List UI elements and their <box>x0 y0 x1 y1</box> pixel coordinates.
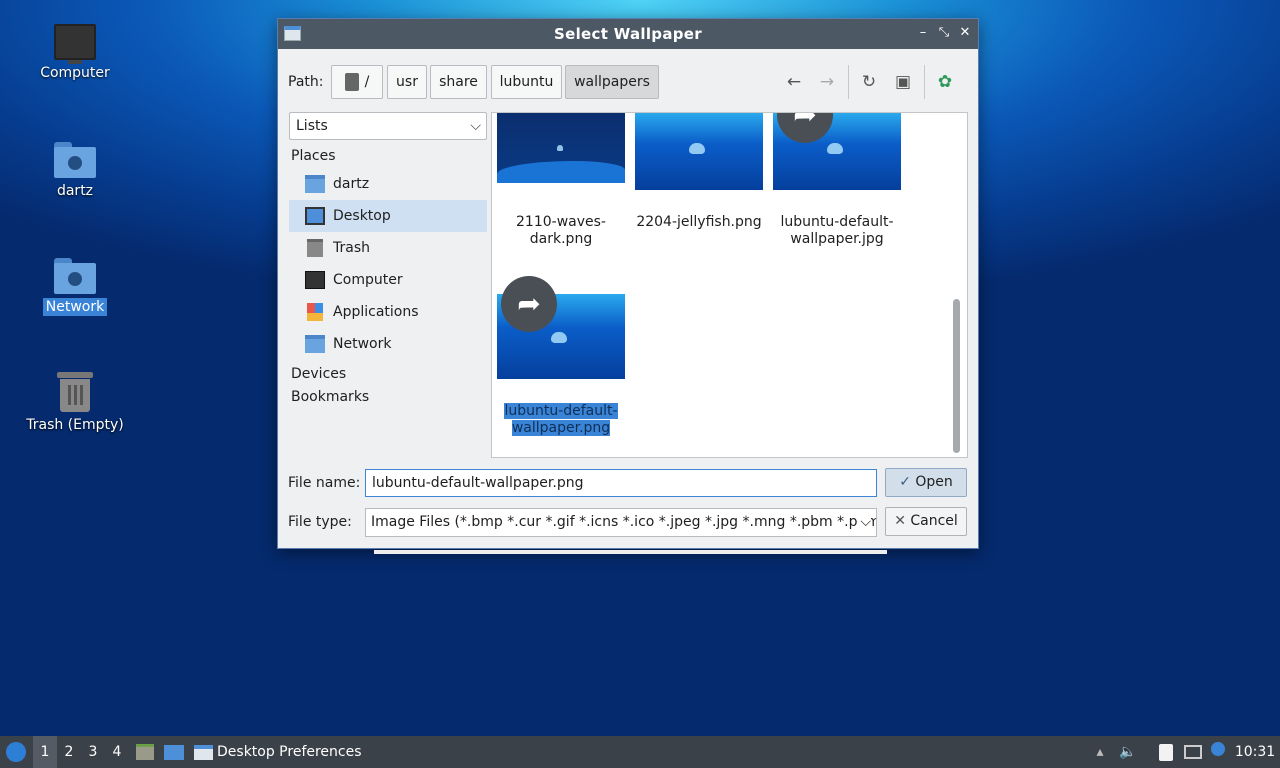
maximize-button[interactable]: ⤡ <box>935 24 953 42</box>
path-label: Path: <box>288 74 324 90</box>
check-icon: ✓ <box>899 474 911 490</box>
cancel-button[interactable]: ✕ Cancel <box>885 507 967 536</box>
crumb-wallpapers[interactable]: wallpapers <box>565 65 659 99</box>
trash-icon <box>57 372 93 412</box>
minimize-button[interactable]: – <box>914 24 932 42</box>
new-folder-icon[interactable]: ▣ <box>890 69 916 95</box>
chevron-down-icon: ⌵ <box>470 118 481 134</box>
view-mode-select[interactable]: Lists ⌵ <box>289 112 487 140</box>
title-bar[interactable]: Select Wallpaper – ⤡ ✕ <box>278 19 978 49</box>
symlink-icon: ➦ <box>501 276 557 332</box>
start-menu-icon[interactable] <box>4 736 28 768</box>
sidebar-item-devices[interactable]: Devices <box>289 363 487 386</box>
select-wallpaper-dialog: Select Wallpaper – ⤡ ✕ Path: / usr share… <box>277 18 979 549</box>
path-bar: Path: / usr share lubuntu wallpapers ← →… <box>278 49 978 115</box>
volume-icon[interactable]: 🔈 <box>1117 736 1139 768</box>
desktop-icon-computer[interactable]: Computer <box>10 24 140 82</box>
home-folder-icon <box>305 175 325 193</box>
window-icon <box>194 744 213 760</box>
file-type-select[interactable]: Image Files (*.bmp *.cur *.gif *.icns *.… <box>365 508 877 537</box>
network-status-icon[interactable] <box>1181 736 1205 768</box>
file-label[interactable]: 2204-jellyfish.png <box>634 214 764 231</box>
file-name-label: File name: <box>288 475 361 491</box>
applications-icon <box>307 303 323 321</box>
close-button[interactable]: ✕ <box>956 24 974 42</box>
dialog-title: Select Wallpaper <box>554 25 702 43</box>
clipboard-icon[interactable] <box>1155 736 1177 768</box>
reload-icon[interactable]: ↻ <box>856 69 882 95</box>
file-thumbnail[interactable] <box>497 113 625 183</box>
sidebar-item-network[interactable]: Network <box>289 328 487 360</box>
close-icon: ✕ <box>894 513 906 529</box>
file-type-label: File type: <box>288 514 352 530</box>
notification-icon[interactable] <box>1207 736 1229 768</box>
desktop-icon-network[interactable]: Network <box>10 258 140 316</box>
sidebar-item-computer[interactable]: Computer <box>289 264 487 296</box>
desktop-switch-4[interactable]: 4 <box>105 736 129 768</box>
places-heading: Places <box>291 148 336 164</box>
vertical-scrollbar[interactable] <box>953 299 960 453</box>
hidden-files-icon[interactable]: ✿ <box>932 69 958 95</box>
crumb-share[interactable]: share <box>430 65 487 99</box>
crumb-lubuntu[interactable]: lubuntu <box>491 65 562 99</box>
computer-icon <box>54 24 96 64</box>
desktop-icon-trash[interactable]: Trash (Empty) <box>10 372 140 434</box>
desktop-icon <box>305 207 325 225</box>
trash-icon <box>307 239 323 257</box>
desktop-icon-dartz[interactable]: dartz <box>10 142 140 200</box>
crumb-root[interactable]: / <box>331 65 383 99</box>
file-list[interactable]: 2110-waves-dark.png 2204-jellyfish.png ➦… <box>491 112 968 458</box>
computer-icon <box>305 271 325 289</box>
root-drive-icon <box>344 73 359 91</box>
clock[interactable]: 10:31 <box>1234 736 1276 768</box>
show-desktop-icon[interactable] <box>162 736 186 768</box>
desktop-icon-label: dartz <box>56 183 94 199</box>
file-name-input[interactable]: lubuntu-default-wallpaper.png <box>365 469 877 497</box>
desktop-icon-label: Computer <box>40 65 110 81</box>
sidebar-item-applications[interactable]: Applications <box>289 296 487 328</box>
chevron-down-icon: ⌵ <box>858 509 871 536</box>
file-thumbnail[interactable] <box>635 113 763 190</box>
file-label[interactable]: 2110-waves-dark.png <box>496 214 626 248</box>
home-folder-icon <box>54 142 96 178</box>
tray-up-arrow-icon[interactable]: ▴ <box>1091 736 1109 768</box>
desktop-icon-label: Network <box>42 298 108 316</box>
desktop-switch-1[interactable]: 1 <box>33 736 57 768</box>
desktop-icon-label: Trash (Empty) <box>26 417 124 433</box>
file-label[interactable]: lubuntu-default-wallpaper.jpg <box>772 214 902 248</box>
desktop-switch-3[interactable]: 3 <box>81 736 105 768</box>
places-sidebar: Places dartz Desktop Trash Computer Appl… <box>289 145 487 409</box>
task-desktop-preferences[interactable]: Desktop Preferences <box>194 736 374 768</box>
open-button[interactable]: ✓ Open <box>885 468 967 497</box>
network-folder-icon <box>54 258 96 294</box>
file-label-selected[interactable]: lubuntu-default-wallpaper.png <box>496 403 626 437</box>
file-manager-launcher-icon[interactable] <box>134 736 156 768</box>
desktop-switch-2[interactable]: 2 <box>57 736 81 768</box>
forward-icon[interactable]: → <box>814 69 840 95</box>
sidebar-item-bookmarks[interactable]: Bookmarks <box>289 386 487 409</box>
back-icon[interactable]: ← <box>781 69 807 95</box>
sidebar-item-dartz[interactable]: dartz <box>289 168 487 200</box>
taskbar: 1 2 3 4 Desktop Preferences ▴ 🔈 10:31 <box>0 736 1280 768</box>
dialog-shadow-strip <box>374 550 887 554</box>
sidebar-item-trash[interactable]: Trash <box>289 232 487 264</box>
crumb-usr[interactable]: usr <box>387 65 427 99</box>
sidebar-item-desktop[interactable]: Desktop <box>289 200 487 232</box>
network-folder-icon <box>305 335 325 353</box>
